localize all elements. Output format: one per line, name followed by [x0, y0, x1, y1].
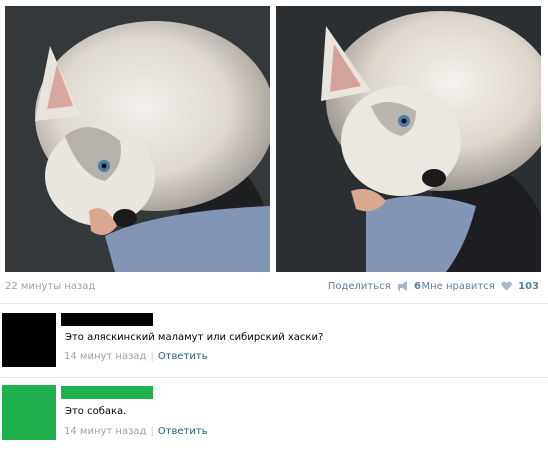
- comment-date[interactable]: 14 минут назад: [64, 351, 146, 362]
- heart-icon: [501, 281, 512, 291]
- reply-button[interactable]: Ответить: [158, 426, 208, 437]
- author-name[interactable]: [61, 386, 153, 399]
- comment-1: Это аляскинский маламут или сибирский ха…: [2, 313, 542, 381]
- post-meta-bar: 22 минуты назад Поделиться 6 Мне нравитс…: [5, 279, 541, 295]
- like-count: 103: [518, 281, 539, 292]
- puppy-photo-2: [276, 6, 541, 272]
- avatar[interactable]: [2, 313, 56, 367]
- author-name[interactable]: [61, 313, 153, 326]
- share-label: Поделиться: [327, 281, 391, 292]
- comment-text: Это аляскинский маламут или сибирский ха…: [65, 332, 324, 343]
- post-photo-2[interactable]: [276, 6, 541, 272]
- reply-button[interactable]: Ответить: [158, 351, 208, 362]
- like-button[interactable]: Мне нравится 103: [422, 279, 540, 295]
- share-count: 6: [414, 281, 421, 292]
- divider: [0, 303, 548, 304]
- post-photo-1[interactable]: [5, 6, 270, 272]
- meta-separator: |: [150, 351, 154, 362]
- puppy-photo-1: [5, 6, 270, 272]
- megaphone-icon: [397, 281, 407, 291]
- like-label: Мне нравится: [421, 281, 495, 292]
- divider: [0, 377, 548, 378]
- share-button[interactable]: Поделиться 6: [328, 279, 421, 295]
- comment-date[interactable]: 14 минут назад: [64, 426, 146, 437]
- comment-2: Это собака. 14 минут назад | Ответить: [2, 385, 542, 453]
- comment-meta: 14 минут назад | Ответить: [64, 426, 208, 437]
- comment-meta: 14 минут назад | Ответить: [64, 351, 208, 362]
- comment-text: Это собака.: [65, 406, 127, 417]
- post-time: 22 минуты назад: [5, 281, 96, 292]
- meta-separator: |: [150, 426, 154, 437]
- avatar[interactable]: [2, 385, 56, 440]
